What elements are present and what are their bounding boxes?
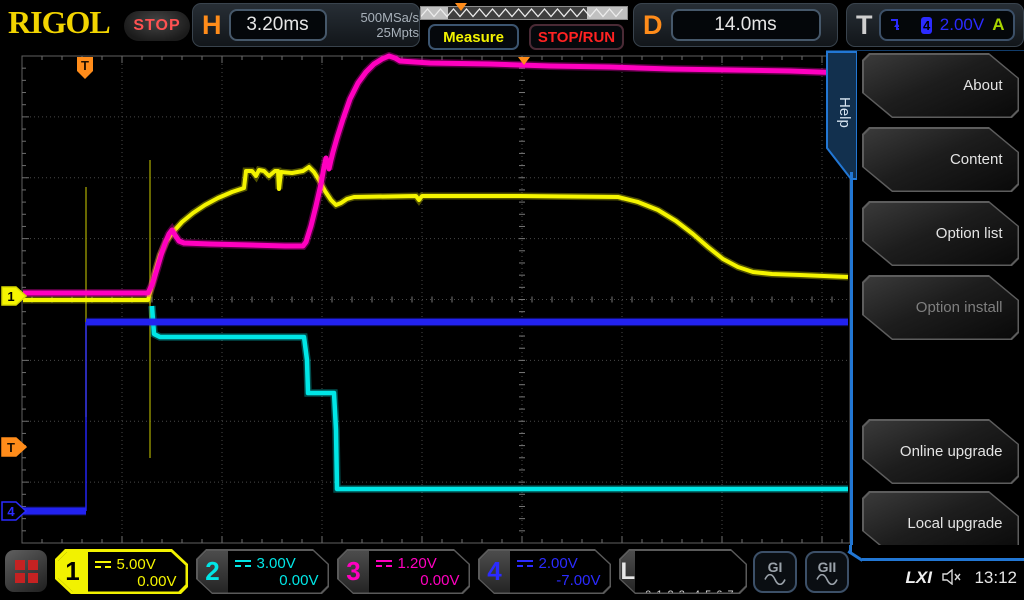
stop-run-button[interactable]: STOP/RUN [529, 24, 624, 50]
bottom-status-bar: 1 5.00V 0.00V 2 3.00V 0.00V 3 [0, 545, 1024, 600]
svg-text:1: 1 [7, 289, 14, 304]
falling-edge-icon [889, 17, 900, 33]
channel-1-badge[interactable]: 1 5.00V 0.00V [55, 549, 188, 594]
sample-rate: 500MSa/s [335, 10, 419, 25]
generator-2-label: GII [818, 560, 837, 574]
preview-trigger-position-icon [455, 3, 467, 11]
measure-button[interactable]: Measure [428, 24, 519, 50]
trace-ch2-halo [152, 306, 848, 489]
acquisition-info: 500MSa/s 25Mpts [335, 10, 419, 40]
svg-text:4: 4 [7, 504, 15, 519]
channel-1-number: 1 [58, 552, 88, 592]
trace-ch1 [22, 167, 848, 300]
trigger-level: 2.00V [940, 15, 984, 35]
sine-wave-icon [764, 574, 786, 585]
svg-text:T: T [7, 440, 15, 455]
run-state-badge: STOP [124, 11, 190, 41]
menu-button-option-list[interactable]: Option list [862, 201, 1019, 266]
menu-button-online-upgrade[interactable]: Online upgrade [862, 419, 1019, 484]
top-status-bar: RIGOL STOP H 3.20ms 500MSa/s 25Mpts Meas… [0, 0, 1024, 50]
trigger-panel[interactable]: T 4 2.00V A [846, 3, 1024, 47]
sine-wave-icon [816, 574, 838, 585]
dc-coupling-icon [235, 560, 251, 567]
channel-3-number: 3 [339, 551, 369, 593]
delay-panel[interactable]: D 14.0ms [633, 3, 838, 47]
rigol-logo: RIGOL [8, 4, 110, 41]
trigger-status-box[interactable]: 4 2.00V A [879, 9, 1015, 41]
waveform-preview-strip[interactable] [420, 6, 628, 20]
channel-4-scale: 2.00V [539, 555, 578, 572]
delay-value[interactable]: 14.0ms [671, 9, 821, 41]
menu-button-content[interactable]: Content [862, 127, 1019, 192]
menu-button-option-install[interactable]: Option install [862, 275, 1019, 340]
channel-3-scale: 1.20V [398, 555, 437, 572]
trigger-mode: A [992, 15, 1004, 35]
horizontal-panel[interactable]: H 3.20ms 500MSa/s 25Mpts [192, 3, 420, 47]
logic-label: L [621, 551, 636, 593]
trace-ch1-halo [22, 167, 848, 300]
speaker-muted-icon[interactable] [942, 569, 962, 585]
waveform-traces [22, 56, 848, 511]
clock: 13:12 [974, 568, 1017, 588]
generator-2-button[interactable]: GII [805, 551, 849, 593]
channel-1-scale: 5.00V [117, 556, 156, 573]
menu-border-segment [847, 550, 863, 562]
trigger-source-badge: 4 [921, 17, 931, 34]
channel-2-badge[interactable]: 2 3.00V 0.00V [196, 549, 329, 594]
logic-channel-numbers: 0 1 2 3 4 5 6 7 8 9 1011 12131415 [635, 551, 756, 593]
oscilloscope-screen: T 1 T 4 RIGOL STOP H 3.20ms 500MSa/s 25Mpts… [0, 0, 1024, 600]
svg-text:T: T [81, 58, 89, 73]
channel-3-badge[interactable]: 3 1.20V 0.00V [337, 549, 470, 594]
generator-1-label: GI [768, 560, 783, 574]
menu-border-segment [862, 558, 1024, 561]
lxi-indicator: LXI [906, 568, 932, 588]
channel-2-offset: 0.00V [235, 572, 319, 589]
delay-label: D [643, 10, 663, 41]
timebase-value[interactable]: 3.20ms [229, 9, 327, 41]
horizontal-label: H [202, 10, 222, 41]
help-tab[interactable]: Help [829, 78, 853, 146]
memory-depth: 25Mpts [335, 25, 419, 40]
channel-3-offset: 0.00V [376, 572, 460, 589]
trigger-label: T [856, 10, 873, 41]
help-menu: About Content Option list Option install… [857, 51, 1024, 562]
menu-button-about[interactable]: About [862, 53, 1019, 118]
logic-channels-badge[interactable]: L 0 1 2 3 4 5 6 7 8 9 1011 12131415 [619, 549, 747, 594]
preview-waveform [421, 7, 627, 19]
trigger-markers: T 1 T 4 [2, 57, 530, 520]
channel-4-badge[interactable]: 4 2.00V -7.00V [478, 549, 611, 594]
channel-4-offset: -7.00V [517, 572, 601, 589]
menu-grid-button[interactable] [5, 550, 47, 592]
channel-1-offset: 0.00V [95, 573, 177, 590]
dc-coupling-icon [376, 560, 392, 567]
channel-4-number: 4 [480, 551, 510, 593]
channel-2-scale: 3.00V [257, 555, 296, 572]
generator-1-button[interactable]: GI [753, 551, 797, 593]
dc-coupling-icon [517, 560, 533, 567]
grid-icon [15, 560, 38, 583]
dc-coupling-icon [95, 561, 111, 568]
channel-2-number: 2 [198, 551, 228, 593]
